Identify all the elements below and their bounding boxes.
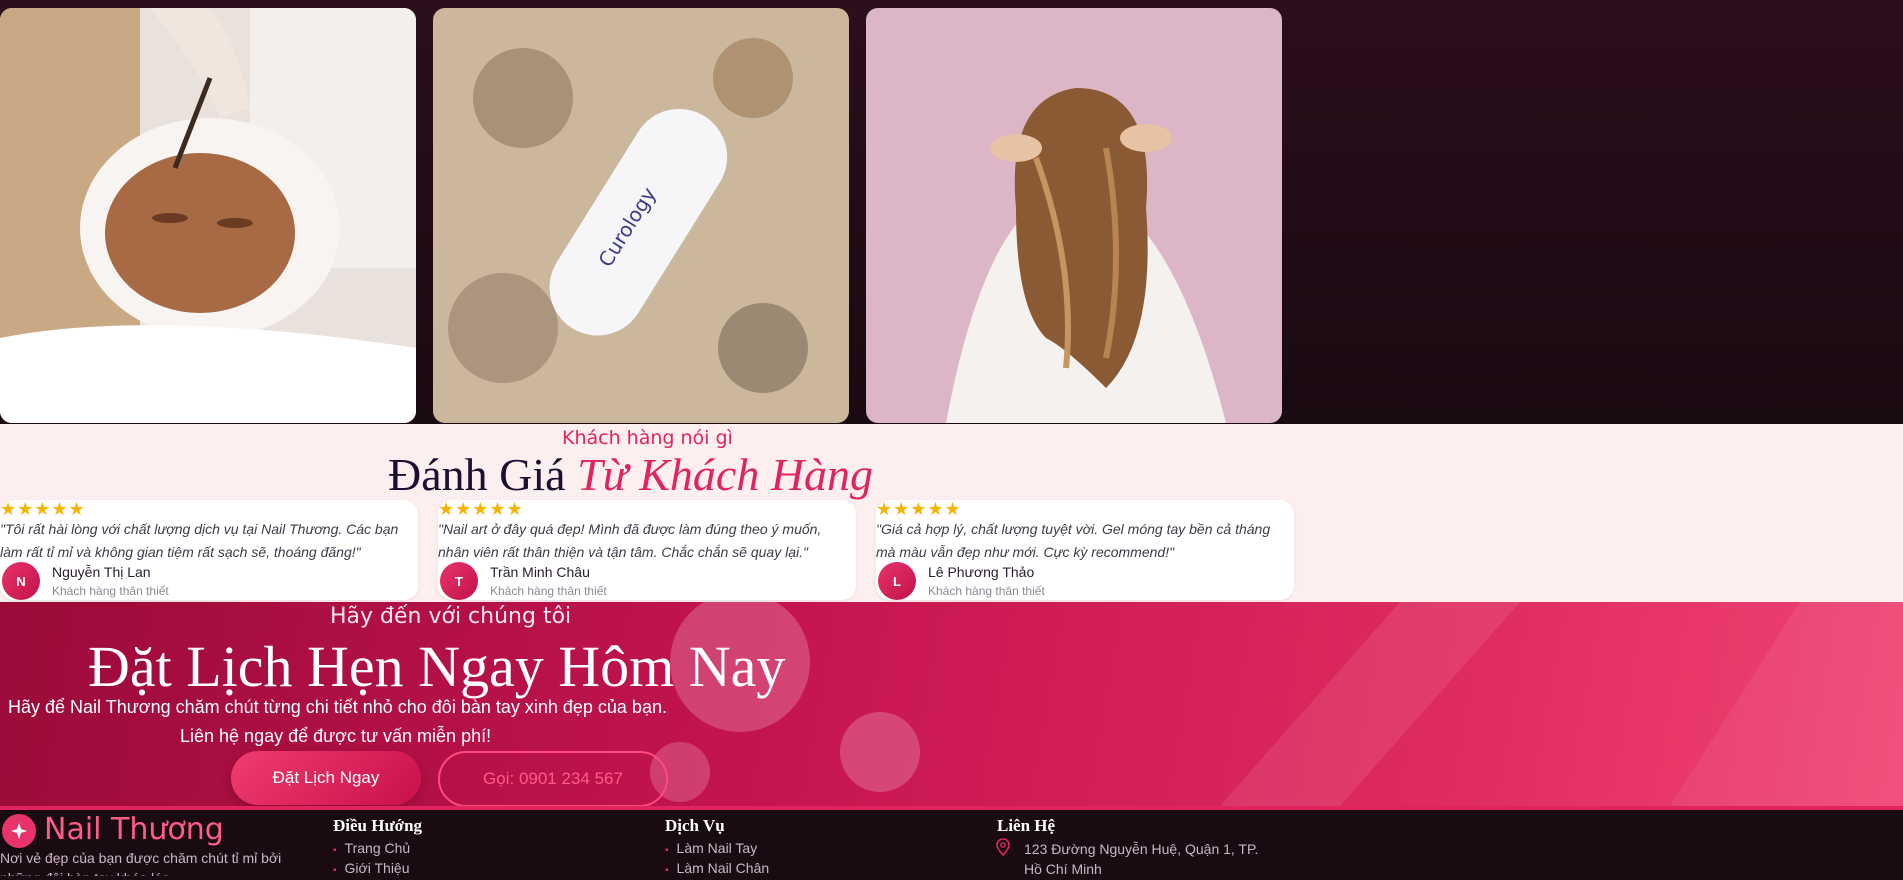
- footer-link-about[interactable]: Giới Thiệu: [333, 860, 410, 876]
- cta-description-2: Liên hệ ngay để được tư vấn miễn phí!: [180, 726, 492, 746]
- sparkle-icon: [2, 814, 36, 848]
- footer-tagline: Nơi vẻ đẹp của bạn được chăm chút tỉ mỉ …: [0, 850, 282, 876]
- footer-link-home[interactable]: Trang Chủ: [333, 840, 411, 856]
- floral-background-decoration: [650, 602, 1903, 806]
- call-button[interactable]: Gọi: 0901 234 567: [438, 751, 668, 807]
- reviewer-name: Trần Minh Châu: [490, 564, 590, 580]
- cta-description: Hãy để Nail Thương chăm chút từng chi ti…: [8, 697, 667, 717]
- review-quote: "Tôi rất hài lòng với chất lượng dịch vụ…: [0, 521, 399, 560]
- reviewer-role: Khách hàng thân thiết: [928, 584, 1045, 598]
- reviewer-name: Lê Phương Thảo: [928, 564, 1035, 580]
- footer-brand-logo[interactable]: Nail Thương: [44, 812, 224, 847]
- review-card: ★★★★★ "Nail art ở đây quá đẹp! Mình đã đ…: [438, 500, 856, 600]
- footer-link-foot-nail[interactable]: Làm Nail Chân: [665, 860, 770, 876]
- gallery-image-hair: [866, 8, 1282, 423]
- reviewer-role: Khách hàng thân thiết: [52, 584, 169, 598]
- review-card: ★★★★★ "Giá cả hợp lý, chất lượng tuyệt v…: [876, 500, 1294, 600]
- reviews-heading-plain: Đánh Giá: [388, 449, 566, 500]
- rating-stars: ★★★★★: [0, 499, 86, 519]
- reviewer-name: Nguyễn Thị Lan: [52, 564, 151, 580]
- avatar: N: [2, 562, 40, 600]
- cta-title: Đặt Lịch Hẹn Ngay Hôm Nay: [88, 634, 786, 699]
- review-card: ★★★★★ "Tôi rất hài lòng với chất lượng d…: [0, 500, 418, 600]
- reviews-eyebrow: Khách hàng nói gì: [562, 427, 733, 449]
- gallery-section: Curology: [0, 0, 1903, 424]
- reviews-heading: Đánh Giá Từ Khách Hàng: [388, 448, 873, 501]
- review-quote: "Giá cả hợp lý, chất lượng tuyệt vời. Ge…: [876, 521, 1271, 560]
- reviewer-role: Khách hàng thân thiết: [490, 584, 607, 598]
- avatar: L: [878, 562, 916, 600]
- rating-stars: ★★★★★: [438, 499, 524, 519]
- footer-services-heading: Dịch Vụ: [665, 816, 725, 835]
- location-pin-icon: [996, 838, 1010, 856]
- footer-contact-heading: Liên Hệ: [997, 816, 1056, 835]
- footer-address: 123 Đường Nguyễn Huệ, Quận 1, TP. Hồ Chí…: [1024, 841, 1259, 877]
- reviews-heading-accent: Từ Khách Hàng: [577, 449, 874, 500]
- avatar: T: [440, 562, 478, 600]
- gallery-image-product: Curology: [433, 8, 849, 423]
- footer-link-hand-nail[interactable]: Làm Nail Tay: [665, 840, 758, 856]
- rating-stars: ★★★★★: [876, 499, 962, 519]
- cta-subtitle: Hãy đến với chúng tôi: [330, 604, 572, 629]
- review-quote: "Nail art ở đây quá đẹp! Mình đã được là…: [438, 521, 822, 560]
- book-now-button[interactable]: Đặt Lịch Ngay: [231, 751, 421, 805]
- gallery-image-facial: [0, 8, 416, 423]
- footer-nav-heading: Điều Hướng: [333, 816, 423, 835]
